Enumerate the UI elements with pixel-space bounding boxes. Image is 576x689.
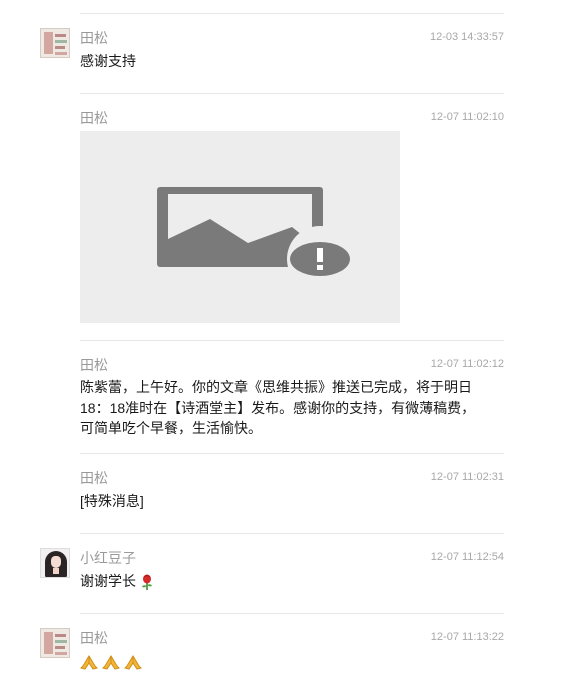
avatar[interactable]: [40, 628, 70, 658]
message-text-line: 18：18准时在【诗酒堂主】发布。感谢你的支持，有微薄稿费，: [80, 400, 476, 416]
message-text-line: 可简单吃个早餐，生活愉快。: [80, 420, 262, 436]
message-text-content: 谢谢学长: [80, 573, 136, 589]
message-timestamp: 12-07 11:02:10: [430, 111, 504, 123]
folded-hands-icon: [101, 655, 120, 670]
message-divider: [80, 340, 504, 341]
message-text: [特殊消息]: [80, 493, 144, 509]
message-text: 感谢支持: [80, 53, 136, 69]
avatar[interactable]: [40, 28, 70, 58]
message-timestamp: 12-07 11:02:31: [430, 471, 504, 483]
message-timestamp: 12-07 11:12:54: [430, 551, 504, 563]
message-divider: [80, 13, 504, 14]
message-timestamp: 12-07 11:02:12: [430, 358, 504, 370]
message-text-line: 陈紫蕾，上午好。你的文章《思维共振》推送已完成，将于明日: [80, 379, 472, 395]
message-text: 谢谢学长: [80, 571, 154, 591]
folded-hands-icon: [80, 655, 98, 670]
sender-name[interactable]: 田松: [80, 29, 108, 47]
message-divider: [80, 613, 504, 614]
sender-name[interactable]: 田松: [80, 629, 108, 647]
message-divider: [80, 453, 504, 454]
rose-icon: [141, 574, 152, 591]
message-emoji-row: [80, 651, 142, 671]
image-message[interactable]: [80, 131, 400, 323]
sender-name[interactable]: 小红豆子: [80, 549, 136, 567]
broken-image-icon: [157, 187, 353, 292]
message-timestamp: 12-07 11:13:22: [430, 631, 504, 643]
sender-name[interactable]: 田松: [80, 469, 108, 487]
avatar[interactable]: [40, 548, 70, 578]
message-timestamp: 12-03 14:33:57: [429, 31, 504, 43]
message-divider: [80, 93, 504, 94]
folded-hands-icon: [123, 655, 142, 670]
message-divider: [80, 533, 504, 534]
sender-name[interactable]: 田松: [80, 356, 108, 374]
sender-name[interactable]: 田松: [80, 109, 108, 127]
